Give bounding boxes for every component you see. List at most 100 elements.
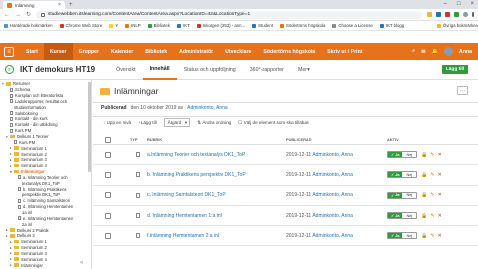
active-toggle[interactable]: ✓ Ja Nej [387,151,418,159]
row-checkbox[interactable] [105,192,111,199]
active-toggle[interactable]: ✓ Ja Nej [387,232,418,240]
author-link[interactable]: Adminkonto, Anna [312,233,353,239]
user-name[interactable]: Anna [459,49,472,55]
row-checkbox[interactable] [105,171,111,178]
up-level-button[interactable]: ↑ Upp en nivå [103,120,131,125]
avatar[interactable] [444,47,454,56]
profile-icon[interactable] [463,12,468,17]
topnav-item[interactable]: Södertörns högskola [257,43,321,60]
assignment-link[interactable]: f.Inlämning Hemtentamen 2:a inl [147,233,286,239]
lock-icon[interactable]: 🔒 [421,192,427,198]
edit-icon[interactable]: ✎ [430,233,434,239]
course-tab[interactable]: Mer ▾ [291,60,317,80]
url-field[interactable]: studiewebben.itslearning.com/ContentArea… [36,10,422,19]
author-link[interactable]: Adminkonto, Anna [312,213,353,219]
bookmark-item[interactable]: Övriga bokmärken [436,23,478,28]
published-by-link[interactable]: Adminkonto, Anna [187,105,228,111]
menu-icon[interactable] [472,12,474,17]
lock-icon[interactable]: 🔒 [421,233,427,239]
new-tab-icon[interactable]: + [69,2,73,8]
course-tab[interactable]: Innehåll [142,60,177,80]
course-tab[interactable]: Översikt [109,60,142,80]
row-checkbox[interactable] [105,212,111,219]
author-link[interactable]: Adminkonto, Anna [312,152,353,158]
maximize-icon[interactable]: □ [457,1,461,7]
active-toggle[interactable]: ✓ Ja Nej [387,212,418,220]
reorder-button[interactable]: ⇅ Ändra ordning [197,120,231,126]
bookmark-item[interactable]: Chrome Web Store [59,23,102,28]
topnav-item[interactable]: Administratör [173,43,219,60]
row-checkbox[interactable] [105,151,111,158]
reload-icon[interactable]: ↻ [26,11,31,18]
author-link[interactable]: Adminkonto, Anna [312,172,353,178]
minimize-icon[interactable]: – [444,1,447,7]
delete-icon[interactable]: ✕ [438,172,442,178]
messages-icon[interactable]: ✉ [421,49,425,55]
action-select[interactable]: Åtgärd [163,118,191,127]
bookmark-item[interactable]: IKT [176,23,190,28]
extension-icon[interactable] [454,12,459,17]
topnav-item[interactable]: Kalender [105,43,139,60]
active-toggle[interactable]: ✓ Ja Nej [387,171,418,179]
bookmark-item[interactable]: Inkorgen (253) - ann... [196,23,245,28]
edit-icon[interactable]: ✎ [430,192,434,198]
browser-tab[interactable]: Inlämning × [3,1,65,9]
close-tab-icon[interactable]: × [58,2,61,8]
forward-icon[interactable]: → [15,12,21,18]
delete-icon[interactable]: ✕ [438,152,442,158]
bookmark-item[interactable]: IKT blogg [379,23,404,28]
back-icon[interactable]: ← [4,12,10,18]
course-tab[interactable]: Status och uppföljning [177,60,243,80]
lock-icon[interactable]: 🔒 [421,213,427,219]
delete-icon[interactable]: ✕ [438,233,442,239]
author-link[interactable]: Adminkonto, Anna [312,192,353,198]
bookmark-item[interactable]: INLP [125,23,141,28]
sort-icon: ⇅ [197,119,202,125]
bookmark-item[interactable]: Y [109,23,118,28]
notifications-icon[interactable]: 🔔 [432,49,438,55]
search-icon[interactable]: ⌕ [412,48,415,55]
active-cell: ✓ Ja Nej 🔒 ✎ ✕ [387,191,442,199]
tree-item[interactable]: ▸ Inlämningar [2,262,91,268]
lock-icon[interactable]: 🔒 [421,172,427,178]
active-toggle[interactable]: ✓ Ja Nej [387,191,418,199]
bookmark-item[interactable]: Choose a License [332,23,373,28]
itslearning-logo-icon[interactable]: ≡ [4,46,14,57]
topnav-item[interactable]: Start [20,43,44,60]
select-all-checkbox[interactable] [105,136,111,143]
extension-icon[interactable] [436,12,441,17]
delete-icon[interactable]: ✕ [438,213,442,219]
course-tab[interactable]: 360°-rapporter [243,60,291,80]
bookmark-item[interactable]: Bibliotek [147,23,170,28]
star-icon[interactable] [427,12,432,17]
assignment-link[interactable]: b. Inlämning Praktikens perspektiv DK1_T… [147,172,286,178]
row-checkbox[interactable] [105,232,111,239]
bookmark-item[interactable]: Hantérade bokmärken [4,23,53,28]
extension-icon[interactable] [445,12,450,17]
select-all-button[interactable]: ☐ Välj de element som ska tilläbac [238,120,309,126]
topnav-item[interactable]: Kurser [43,43,73,60]
add-button[interactable]: Lägg till [442,65,468,74]
bookmark-item[interactable]: Student [252,23,273,28]
course-menu-icon[interactable]: ≡ [5,65,14,74]
folder-icon [14,152,19,156]
topnav-item[interactable]: Bibliotek [139,43,173,60]
close-window-icon[interactable]: × [470,1,474,7]
edit-icon[interactable]: ✎ [430,172,434,178]
lock-icon[interactable]: 🔒 [421,152,427,158]
assignment-link[interactable]: d. Inlämning Hemtentamen 1:a inl [147,213,286,219]
delete-icon[interactable]: ✕ [438,192,442,198]
assignment-link[interactable]: c. Inlämning Samtalsteori DK1_ToP [147,192,286,198]
more-options-button[interactable]: ··· [457,86,468,95]
topnav-item[interactable]: Grupper [73,43,105,60]
bookmark-item[interactable]: Södertörns högskola [279,23,325,28]
edit-icon[interactable]: ✎ [430,152,434,158]
sidebar-scrollbar[interactable] [88,82,91,172]
topnav-item[interactable]: Skriv ut / Print [321,43,368,60]
edit-icon[interactable]: ✎ [430,213,434,219]
add-item-button[interactable]: +Lägg till [138,120,157,125]
collapse-sidebar-icon[interactable]: « [80,260,83,266]
tree-item-label: Delkurs 2 Praktik [17,227,49,233]
topnav-item[interactable]: Utvecklare [219,43,257,60]
assignment-link[interactable]: a.Inlämning Teorier och textanalys DK1_T… [147,152,286,158]
